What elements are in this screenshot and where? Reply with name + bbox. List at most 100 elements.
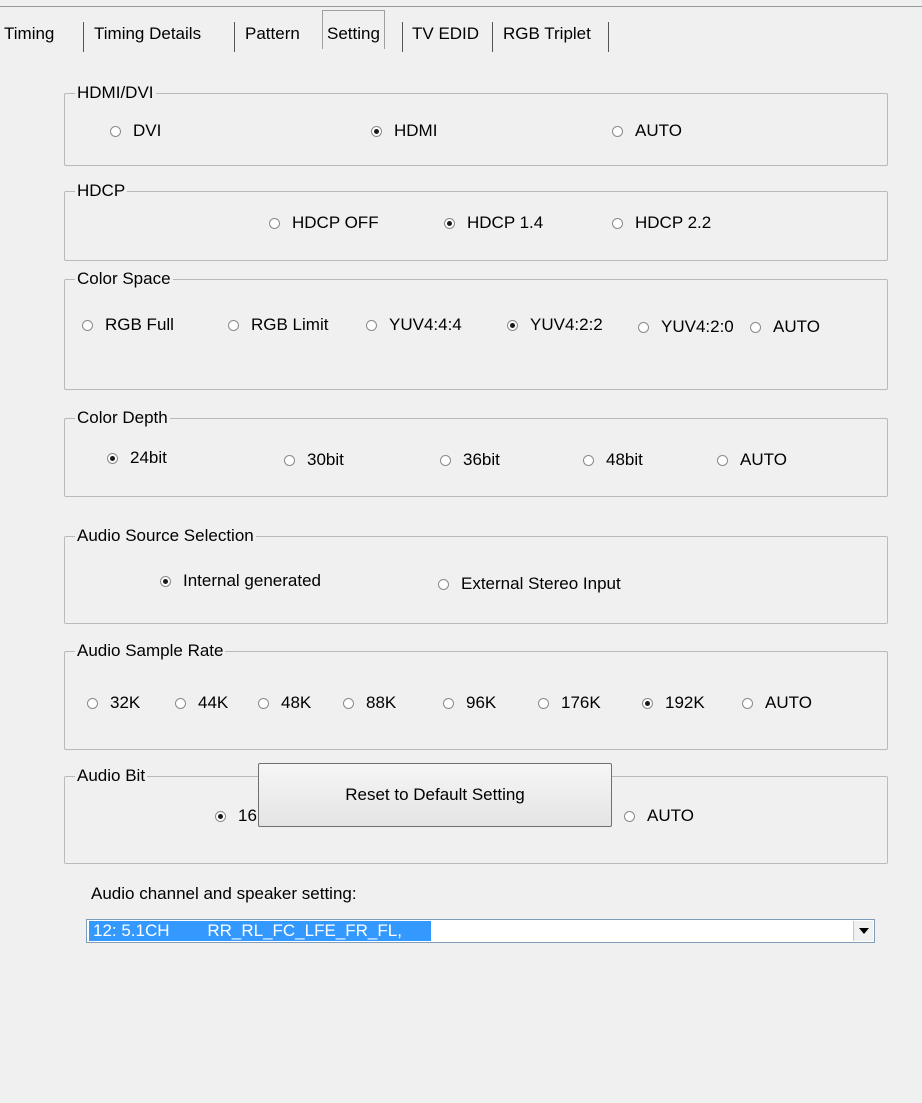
color-space-radio-yuv444[interactable]: YUV4:4:4 xyxy=(366,314,462,336)
hdcp-radio-2-2[interactable]: HDCP 2.2 xyxy=(612,212,711,234)
radio-label: 44K xyxy=(198,693,229,712)
radio-label: AUTO xyxy=(647,806,694,825)
tab-bar: Timing Timing Details Pattern Setting TV… xyxy=(0,10,922,52)
radio-circle xyxy=(444,217,455,229)
radio-circle xyxy=(642,697,653,709)
audio-source-radio-internal[interactable]: Internal generated xyxy=(160,570,321,592)
tab-separator xyxy=(492,22,493,52)
audio-source-group-title: Audio Source Selection xyxy=(75,526,256,546)
radio-circle xyxy=(371,125,382,137)
radio-label: YUV4:4:4 xyxy=(389,315,462,334)
radio-circle xyxy=(438,578,449,590)
tab-timing-details[interactable]: Timing Details xyxy=(94,14,201,48)
radio-circle xyxy=(284,454,295,466)
sample-rate-radio-96k[interactable]: 96K xyxy=(443,692,496,714)
audio-channel-select[interactable]: 12: 5.1CH RR_RL_FC_LFE_FR_FL, xyxy=(86,919,875,943)
radio-label: AUTO xyxy=(635,121,682,140)
tab-tv-edid[interactable]: TV EDID xyxy=(412,14,479,48)
color-depth-radio-30bit[interactable]: 30bit xyxy=(284,449,344,471)
radio-label: 48K xyxy=(281,693,312,712)
radio-label: 192K xyxy=(665,693,705,712)
audio-channel-selected-value: 12: 5.1CH RR_RL_FC_LFE_FR_FL, xyxy=(89,921,431,941)
color-space-radio-auto[interactable]: AUTO xyxy=(750,316,820,338)
tab-separator xyxy=(402,22,403,52)
hdmi-dvi-radio-dvi[interactable]: DVI xyxy=(110,120,161,142)
radio-label: 96K xyxy=(466,693,497,712)
radio-label: Internal generated xyxy=(183,571,321,590)
hdmi-dvi-radio-hdmi[interactable]: HDMI xyxy=(371,120,437,142)
color-depth-group-title: Color Depth xyxy=(75,408,170,428)
chevron-down-icon[interactable] xyxy=(853,921,873,941)
radio-circle xyxy=(717,454,728,466)
color-space-group-title: Color Space xyxy=(75,269,173,289)
radio-circle xyxy=(228,319,239,331)
radio-label: RGB Full xyxy=(105,315,174,334)
sample-rate-radio-auto[interactable]: AUTO xyxy=(742,692,812,714)
reset-to-default-button[interactable]: Reset to Default Setting xyxy=(258,763,612,827)
radio-circle xyxy=(366,319,377,331)
tab-setting[interactable]: Setting xyxy=(322,10,385,49)
color-depth-radio-24bit[interactable]: 24bit xyxy=(107,447,167,469)
radio-circle xyxy=(343,697,354,709)
sample-rate-radio-48k[interactable]: 48K xyxy=(258,692,311,714)
radio-label: HDMI xyxy=(394,121,438,140)
radio-label: AUTO xyxy=(765,693,812,712)
radio-circle xyxy=(538,697,549,709)
sample-rate-radio-176k[interactable]: 176K xyxy=(538,692,601,714)
radio-circle xyxy=(443,697,454,709)
radio-circle xyxy=(624,810,635,822)
radio-circle xyxy=(269,217,280,229)
radio-label: DVI xyxy=(133,121,162,140)
radio-label: 24bit xyxy=(130,448,167,467)
radio-label: External Stereo Input xyxy=(461,574,621,593)
radio-label: YUV4:2:0 xyxy=(661,317,734,336)
tab-rgb-triplet[interactable]: RGB Triplet xyxy=(503,14,591,48)
window-top-border xyxy=(0,6,922,7)
sample-rate-radio-192k[interactable]: 192K xyxy=(642,692,705,714)
sample-rate-radio-44k[interactable]: 44K xyxy=(175,692,228,714)
radio-circle xyxy=(160,575,171,587)
radio-label: 176K xyxy=(561,693,601,712)
radio-circle xyxy=(638,321,649,333)
tab-separator xyxy=(608,22,609,52)
radio-circle xyxy=(507,319,518,331)
radio-label: 36bit xyxy=(463,450,500,469)
hdcp-radio-off[interactable]: HDCP OFF xyxy=(269,212,379,234)
radio-label: YUV4:2:2 xyxy=(530,315,603,334)
radio-label: HDCP OFF xyxy=(292,213,379,232)
radio-circle xyxy=(742,697,753,709)
audio-sample-rate-group-title: Audio Sample Rate xyxy=(75,641,226,661)
tab-timing[interactable]: Timing xyxy=(4,14,54,48)
color-depth-radio-auto[interactable]: AUTO xyxy=(717,449,787,471)
audio-source-radio-external[interactable]: External Stereo Input xyxy=(438,573,621,595)
color-space-radio-yuv422[interactable]: YUV4:2:2 xyxy=(507,314,603,336)
radio-circle xyxy=(750,321,761,333)
color-space-radio-yuv420[interactable]: YUV4:2:0 xyxy=(638,316,734,338)
radio-circle xyxy=(175,697,186,709)
audio-bit-group-title: Audio Bit xyxy=(75,766,148,786)
radio-label: RGB Limit xyxy=(251,315,329,334)
hdmi-dvi-radio-auto[interactable]: AUTO xyxy=(612,120,682,142)
radio-circle xyxy=(583,454,594,466)
sample-rate-radio-32k[interactable]: 32K xyxy=(87,692,140,714)
radio-label: AUTO xyxy=(773,317,820,336)
tab-separator xyxy=(234,22,235,52)
hdmi-dvi-group: HDMI/DVI xyxy=(64,83,888,166)
radio-label: AUTO xyxy=(740,450,787,469)
radio-label: HDCP 1.4 xyxy=(467,213,544,232)
sample-rate-radio-88k[interactable]: 88K xyxy=(343,692,396,714)
color-space-radio-rgb-limit[interactable]: RGB Limit xyxy=(228,314,328,336)
radio-circle xyxy=(82,319,93,331)
radio-circle xyxy=(440,454,451,466)
audio-bit-radio-auto[interactable]: AUTO xyxy=(624,805,694,827)
color-depth-radio-36bit[interactable]: 36bit xyxy=(440,449,500,471)
radio-label: 48bit xyxy=(606,450,643,469)
color-space-radio-rgb-full[interactable]: RGB Full xyxy=(82,314,174,336)
radio-circle xyxy=(110,125,121,137)
radio-circle xyxy=(107,452,118,464)
color-depth-radio-48bit[interactable]: 48bit xyxy=(583,449,643,471)
radio-label: 30bit xyxy=(307,450,344,469)
tab-pattern[interactable]: Pattern xyxy=(245,14,300,48)
hdcp-radio-1-4[interactable]: HDCP 1.4 xyxy=(444,212,543,234)
radio-circle xyxy=(87,697,98,709)
